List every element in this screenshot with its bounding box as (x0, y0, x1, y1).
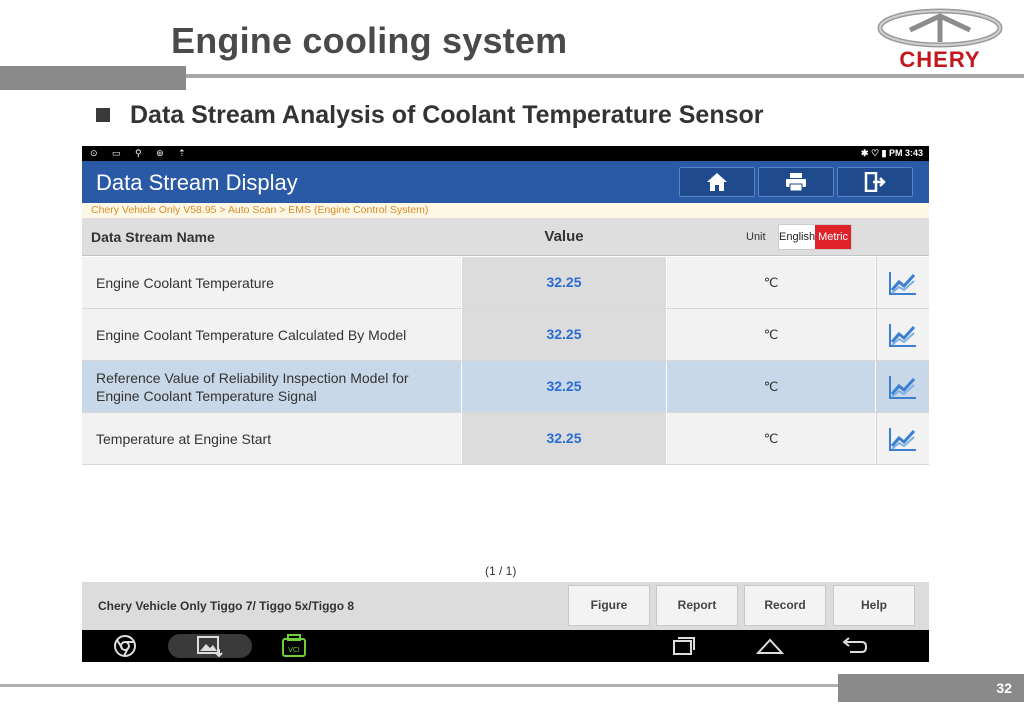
row-unit: ℃ (667, 361, 875, 412)
browser-app[interactable] (110, 634, 140, 658)
row-value: 32.25 (462, 309, 666, 360)
back-button[interactable] (838, 634, 870, 658)
vehicle-label: Chery Vehicle Only Tiggo 7/ Tiggo 5x/Tig… (98, 599, 355, 613)
report-button[interactable]: Report (656, 585, 738, 626)
breadcrumb: Chery Vehicle Only V58.95 > Auto Scan > … (82, 203, 929, 218)
diagnostic-tablet-screen: ⊙ ▭ ⚲ ⊛ ⇡ ✱ ♡ ▮ PM 3:43 Data Stream Disp… (82, 146, 929, 662)
nav-home-icon (756, 638, 784, 654)
table-row[interactable]: Temperature at Engine Start 32.25 ℃ (82, 413, 929, 465)
row-name: Engine Coolant Temperature (82, 257, 461, 308)
status-time: ✱ ♡ ▮ PM 3:43 (860, 148, 923, 158)
line-graph-icon (889, 271, 916, 295)
row-value: 32.25 (462, 413, 666, 464)
print-icon (786, 173, 806, 192)
row-name: Reference Value of Reliability Inspectio… (82, 361, 461, 412)
row-unit: ℃ (667, 309, 875, 360)
print-button[interactable] (758, 167, 834, 197)
unit-english-option[interactable]: English (779, 225, 815, 249)
row-unit: ℃ (667, 257, 875, 308)
line-graph-icon (889, 323, 916, 347)
bullet-square-icon (96, 108, 110, 122)
help-button[interactable]: Help (833, 585, 915, 626)
status-bar: ⊙ ▭ ⚲ ⊛ ⇡ ✱ ♡ ▮ PM 3:43 (82, 146, 929, 161)
row-value: 32.25 (462, 361, 666, 412)
app-title: Data Stream Display (96, 170, 298, 195)
exit-button[interactable] (837, 167, 913, 197)
back-icon (842, 637, 868, 653)
svg-text:VCI: VCI (288, 646, 300, 654)
graph-button[interactable] (876, 361, 929, 412)
title-underline (186, 74, 1024, 78)
figure-button[interactable]: Figure (568, 585, 650, 626)
data-stream-table: Engine Coolant Temperature 32.25 ℃ Engin… (82, 257, 929, 465)
page-number-box: 32 (838, 674, 1024, 702)
footer-toolbar: Chery Vehicle Only Tiggo 7/ Tiggo 5x/Tig… (82, 582, 929, 630)
logo-wordmark: CHERY (899, 47, 981, 72)
home-icon (707, 173, 727, 191)
table-row[interactable]: Engine Coolant Temperature Calculated By… (82, 309, 929, 361)
recent-apps-button[interactable] (670, 634, 698, 658)
line-graph-icon (889, 375, 916, 399)
android-nav-bar: VCI (82, 630, 929, 662)
unit-toggle[interactable]: English Metric (778, 224, 852, 250)
row-name: Engine Coolant Temperature Calculated By… (82, 309, 461, 360)
footer-line (0, 684, 838, 687)
gallery-icon (197, 636, 223, 657)
col-header-unit: Unit (746, 231, 766, 243)
col-header-value: Value (544, 228, 584, 245)
row-value: 32.25 (462, 257, 666, 308)
table-row-selected[interactable]: Reference Value of Reliability Inspectio… (82, 361, 929, 413)
line-graph-icon (889, 427, 916, 451)
unit-metric-option[interactable]: Metric (815, 225, 851, 249)
col-header-name: Data Stream Name (91, 229, 215, 245)
graph-button[interactable] (876, 309, 929, 360)
vci-app[interactable]: VCI (280, 634, 308, 658)
graph-button[interactable] (876, 257, 929, 308)
status-notification-icons: ⊙ ▭ ⚲ ⊛ ⇡ (90, 148, 192, 158)
pager: (1 / 1) (485, 564, 517, 578)
row-unit: ℃ (667, 413, 875, 464)
table-header: Data Stream Name Value Unit English Metr… (82, 218, 929, 256)
bullet-text: Data Stream Analysis of Coolant Temperat… (130, 101, 764, 129)
recent-apps-icon (673, 637, 695, 655)
table-row[interactable]: Engine Coolant Temperature 32.25 ℃ (82, 257, 929, 309)
title-accent-bar (0, 66, 186, 90)
app-header: Data Stream Display (82, 161, 929, 203)
vci-icon: VCI (282, 634, 306, 657)
gallery-app[interactable] (168, 634, 252, 658)
chrome-icon (114, 635, 136, 657)
graph-button[interactable] (876, 413, 929, 464)
home-button[interactable] (679, 167, 755, 197)
home-nav-button[interactable] (754, 634, 786, 658)
record-button[interactable]: Record (744, 585, 826, 626)
row-name: Temperature at Engine Start (82, 413, 461, 464)
slide-title: Engine cooling system (171, 20, 568, 61)
exit-icon (864, 172, 886, 192)
page-number: 32 (996, 680, 1012, 696)
